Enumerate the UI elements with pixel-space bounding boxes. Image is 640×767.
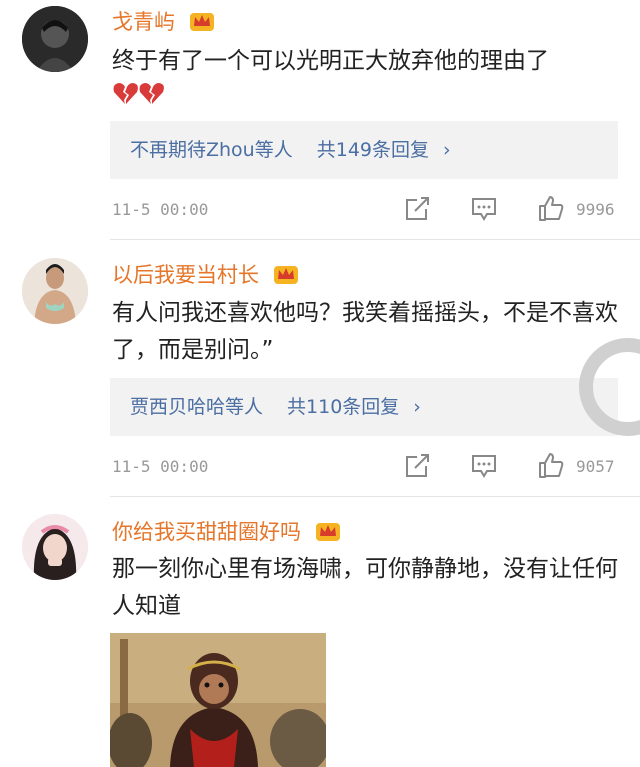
comment-text: 那一刻你心里有场海啸，可你静静地，没有让任何人知道	[112, 556, 618, 619]
thumbs-up-icon[interactable]	[537, 451, 565, 483]
username[interactable]: 你给我买甜甜圈好吗	[112, 516, 342, 548]
username[interactable]: 以后我要当村长	[112, 259, 300, 291]
vip-crown-icon	[272, 262, 300, 291]
avatar[interactable]	[22, 514, 88, 580]
chevron-right-icon: ›	[413, 396, 421, 418]
floating-scroll-button[interactable]	[578, 337, 640, 437]
divider	[110, 496, 640, 497]
reply-summary[interactable]: 贾西贝哈哈等人 共110条回复 ›	[110, 378, 618, 436]
reply-summary[interactable]: 不再期待Zhou等人 共149条回复 ›	[110, 121, 618, 179]
timestamp: 11-5 00:00	[112, 457, 209, 476]
thumbs-up-icon[interactable]	[537, 194, 565, 226]
avatar[interactable]	[22, 258, 88, 324]
avatar[interactable]	[22, 6, 88, 72]
like-count: 9996	[576, 200, 615, 219]
share-icon[interactable]	[403, 453, 431, 483]
share-icon[interactable]	[403, 196, 431, 226]
comment-image[interactable]	[110, 633, 326, 767]
username[interactable]: 戈青屿	[112, 6, 216, 38]
vip-crown-icon	[188, 9, 216, 38]
vip-crown-icon	[314, 519, 342, 548]
divider	[110, 239, 640, 240]
broken-heart-icon	[112, 80, 166, 118]
chevron-right-icon: ›	[443, 139, 451, 161]
comment-icon[interactable]	[470, 196, 498, 226]
timestamp: 11-5 00:00	[112, 200, 209, 219]
comment-text: 有人问我还喜欢他吗？我笑着摇摇头，不是不喜欢了，而是别问。”	[112, 300, 618, 363]
like-count: 9057	[576, 457, 615, 476]
comment-icon[interactable]	[470, 453, 498, 483]
comment-text: 终于有了一个可以光明正大放弃他的理由了	[112, 43, 628, 118]
